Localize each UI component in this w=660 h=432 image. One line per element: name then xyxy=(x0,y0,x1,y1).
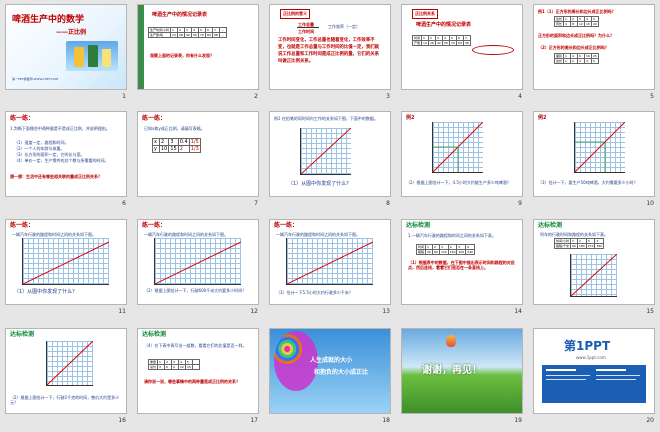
slide-thumb-14[interactable]: 达标检测 1.一辆汽车行驶的路程和时间之间的关系如下表。 时间 1 2 3 4 5 6 路程… xyxy=(398,217,524,317)
slide-thumb-11[interactable]: 练一练： 一辆汽车行驶的路程和时间之间的关系如下图。 （1）从图中你发现了什么？… xyxy=(2,217,128,317)
section-tag: 正比例的意义 xyxy=(280,9,310,19)
slide-thumb-4[interactable]: 正比例关系 啤酒生产中的情况记录表 时间 1 2 3 4 5 6 7 产量 14 28 42 56 70… xyxy=(398,2,524,102)
slide-number: 3 xyxy=(386,93,390,100)
slide-thumb-16[interactable]: 达标检测 （2）根据上图估计一下，行驶2千克的时间，售价大约是多少元？ 16 xyxy=(2,326,128,426)
slide-number: 13 xyxy=(382,308,390,315)
slide-thumb-2[interactable]: 啤酒生产中的情况记录表 生产时间/小时 1 2 3 4 5 6 7… 生产量/吨 14 28 42 5… xyxy=(134,2,260,102)
definition-text: 工作时间变化，工作总量也随着变化，工作效率不变，也就是工作总量与工作时间的比值一… xyxy=(278,38,379,64)
slide-title: 啤酒生产中的情况记录表 xyxy=(416,22,472,28)
slide-thumb-13[interactable]: 练一练： 一辆汽车行驶的路程和时间之间的关系如下图。 （3）估计一下5.5小时大… xyxy=(266,217,392,317)
slide-thumb-17[interactable]: 达标检测 （4）在下表中再写出一组数，看看它们的比值是否一样。 重量 1 2 3 4 5 … xyxy=(134,326,260,426)
slide-thumb-3[interactable]: 正比例的意义 工作总量 工作效率（一定） 工作时间 工作时间变化，工作总量也随着… xyxy=(266,2,392,102)
line-graph xyxy=(574,122,625,173)
slide-title: 啤酒生产中的数学 xyxy=(12,15,85,25)
slide-number: 16 xyxy=(118,417,126,424)
line-graph xyxy=(570,254,617,297)
slide-number: 8 xyxy=(386,200,390,207)
slide-number: 20 xyxy=(646,417,654,424)
slide-thumb-10[interactable]: 例2 （3）估计一下，要生产56吨啤酒，大约需要多少小时？ 10 xyxy=(530,109,656,209)
slide-title: 练一练： xyxy=(10,115,35,122)
question-text: 观察上面的记录表，你有什么发现？ xyxy=(150,53,214,58)
slide-thumb-5[interactable]: 例1（1）正方形的周长和边长成正比例吗？ 边长 1 2 3 4 5 周长 4 8 12 16 20 … xyxy=(530,2,656,102)
slide-number: 1 xyxy=(122,93,126,100)
slide-number: 18 xyxy=(382,417,390,424)
slide-thumb-1[interactable]: 啤酒生产中的数学 ——正比例 第一PPT模板网-WWW.1PPT.COM 1 xyxy=(2,2,128,102)
line-graph xyxy=(300,128,351,175)
slide-number: 17 xyxy=(250,417,258,424)
slide-thumb-7[interactable]: 练一练： 已知x和y成正比例，请填写表格。 x 2 3 0.4 1/5 y 10 15 2 1/… xyxy=(134,109,260,209)
slide-number: 11 xyxy=(118,308,126,315)
line-graph xyxy=(22,238,109,285)
slide-number: 5 xyxy=(650,93,654,100)
slide-number: 15 xyxy=(646,308,654,315)
slide-number: 19 xyxy=(514,417,522,424)
slide-number: 14 xyxy=(514,308,522,315)
line-graph xyxy=(46,341,93,386)
beer-image xyxy=(66,41,118,71)
slide-number: 2 xyxy=(254,93,258,100)
slide-subtitle: ——正比例 xyxy=(56,29,87,36)
slide-thumb-20[interactable]: 第1PPT www.1ppt.com 20 xyxy=(530,326,656,426)
slide-number: 4 xyxy=(518,93,522,100)
slide-title: 啤酒生产中的情况记录表 xyxy=(152,12,208,18)
slide-thumb-18[interactable]: 人生成就的大小 和抱负的大小成正比 18 xyxy=(266,326,392,426)
slide-number: 6 xyxy=(122,200,126,207)
slide-number: 10 xyxy=(646,200,654,207)
slide-thumb-8[interactable]: 例2 在铅笔的同时间内工作的关系如下图，下面中的数据。 （1）从图中你发现了什么… xyxy=(266,109,392,209)
slide-number: 9 xyxy=(518,200,522,207)
slide-title: 练一练： xyxy=(142,115,167,122)
slide-footer: 第一PPT模板网-WWW.1PPT.COM xyxy=(12,77,59,81)
slide-thumb-6[interactable]: 练一练： 1.判断下面哪些中两种量是不是成正比例，并说明理由。 （1）速度一定，… xyxy=(2,109,128,209)
section-tag: 正比例关系 xyxy=(412,9,438,19)
hot-air-balloon-icon xyxy=(446,335,456,347)
line-graph xyxy=(432,122,483,173)
record-table: 时间 1 2 3 4 5 6 7 产量 14 28 42 56 70 84 98 xyxy=(411,35,472,46)
line-graph xyxy=(286,238,373,285)
line-graph xyxy=(154,238,241,285)
slide-thumb-15[interactable]: 达标检测 列车的行驶时间和路程的关系如下表。 时间/小时 1 2 3 4 路程/千米 90… xyxy=(530,217,656,317)
slide-number: 12 xyxy=(250,308,258,315)
slide-number: 7 xyxy=(254,200,258,207)
slide-thumb-19[interactable]: 谢谢，再见！ 19 xyxy=(398,326,524,426)
record-table: 生产时间/小时 1 2 3 4 5 6 7… 生产量/吨 14 28 42 56 70 84 98… xyxy=(147,27,228,38)
slide-thumb-12[interactable]: 练一练： 一辆汽车行驶的路程和时间之间的关系如下图。 （2）根据上图估计一下，行… xyxy=(134,217,260,317)
logo: 第1PPT xyxy=(564,339,611,353)
slide-thumb-9[interactable]: 例2 （2）根据上图估计一下，4.5小时大约能生产多少吨啤酒？ 9 xyxy=(398,109,524,209)
fill-table: x 2 3 0.4 1/5 y 10 15 2 1/3 xyxy=(152,138,201,153)
